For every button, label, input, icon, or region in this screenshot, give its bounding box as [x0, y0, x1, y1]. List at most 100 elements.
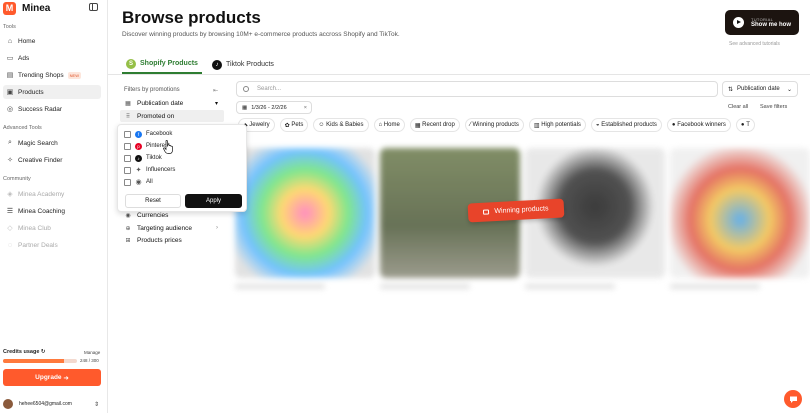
sidebar-item-creative-finder[interactable]: ✧ Creative Finder [3, 153, 101, 167]
brand[interactable]: M Minea [3, 1, 50, 15]
app-root: M Minea Tools ⌂ Home ▭ Ads ▤ Trending Sh… [0, 0, 810, 413]
minea-logo-icon: M [3, 1, 16, 15]
hand-cursor-icon [163, 140, 173, 154]
tab-shopify-products[interactable]: S Shopify Products [122, 55, 202, 74]
chip-kids-babies[interactable]: ☺ Kids & Babies [313, 118, 369, 132]
sidebar-item-products[interactable]: ▣ Products [3, 85, 101, 99]
product-image [235, 148, 375, 278]
page-subtitle: Discover winning products by browsing 10… [122, 31, 400, 38]
checkbox[interactable] [124, 154, 131, 162]
option-influencers[interactable]: ✦ Influencers [124, 165, 175, 175]
filter-promoted-on[interactable]: ⠿ Promoted on [120, 110, 224, 122]
chip-home[interactable]: ⌂ Home [373, 118, 405, 132]
sidebar-item-magic-search[interactable]: ⌕ Magic Search [3, 136, 101, 150]
sidebar-collapse-icon[interactable] [89, 3, 98, 11]
sidebar-item-ads[interactable]: ▭ Ads [3, 51, 101, 65]
chevron-down-icon: ⌄ [786, 86, 792, 93]
see-advanced-tutorials-link[interactable]: See advanced tutorials [729, 41, 780, 47]
collapse-filters-icon[interactable]: ⇤ [213, 87, 218, 94]
credits-bar-fill [3, 359, 65, 363]
product-card[interactable] [525, 148, 665, 303]
tutorial-card[interactable]: TUTORIAL Show me how [725, 10, 799, 35]
tabs: S Shopify Products ♪ Tiktok Products [122, 55, 284, 74]
radar-icon: ◎ [6, 106, 14, 113]
tutorial-label: Show me how [751, 22, 792, 28]
upgrade-button[interactable]: Upgrade ➜ [3, 369, 101, 386]
sidebar-item-home[interactable]: ⌂ Home [3, 34, 101, 48]
sort-select[interactable]: ⇅ Publication date ⌄ [722, 81, 798, 97]
refresh-icon[interactable]: ↻ [41, 349, 46, 355]
products-icon: ▣ [6, 89, 14, 96]
checkbox[interactable] [124, 130, 131, 138]
calendar-icon: ▦ [125, 100, 131, 107]
chart-icon: ▥ [533, 122, 542, 129]
section-advanced: Advanced Tools [3, 125, 42, 131]
category-chips: ◆ Jewelry ✿ Pets ☺ Kids & Babies ⌂ Home … [238, 118, 760, 132]
credits-manage-link[interactable]: Manage [84, 350, 100, 355]
page-title: Browse products [122, 8, 261, 27]
coaching-icon: ☰ [6, 208, 14, 215]
filter-targeting-audience[interactable]: ⊕ Targeting audience › [120, 222, 224, 234]
chevron-updown-icon: ⇕ [93, 401, 99, 408]
checkbox[interactable] [124, 166, 131, 174]
search-icon [243, 86, 249, 92]
checkbox[interactable] [124, 178, 131, 186]
product-card[interactable] [670, 148, 810, 303]
product-card[interactable] [380, 148, 520, 303]
promoted-on-dropdown: f Facebook p Pinterest ♪ Tiktok ✦ Influe… [117, 124, 247, 212]
option-all[interactable]: ◉ All [124, 177, 153, 187]
shop-icon: ▤ [6, 72, 14, 79]
filters-title: Filters by promotions [124, 87, 180, 93]
product-image [670, 148, 810, 278]
grid-icon: ⠿ [125, 113, 131, 120]
sidebar-item-trending-shops[interactable]: ▤ Trending Shops NEW [3, 68, 101, 82]
home-icon: ⌂ [7, 37, 13, 45]
close-icon[interactable]: × [304, 105, 307, 111]
reset-button[interactable]: Reset [125, 194, 181, 208]
sidebar: M Minea Tools ⌂ Home ▭ Ads ▤ Trending Sh… [0, 0, 108, 413]
lock-icon [483, 209, 490, 215]
sidebar-item-coaching[interactable]: ☰ Minea Coaching [3, 204, 101, 218]
option-tiktok[interactable]: ♪ Tiktok [124, 153, 162, 163]
ads-icon: ▭ [6, 55, 14, 62]
chip-winning-products[interactable]: ⁄ Winning products [464, 118, 524, 132]
chat-button[interactable] [784, 390, 802, 408]
calendar-icon: ▦ [242, 104, 248, 111]
chip-recent-drop[interactable]: ▦ Recent drop [409, 118, 460, 132]
sidebar-item-club[interactable]: ◇ Minea Club [3, 221, 101, 235]
baby-icon: ☺ [318, 122, 327, 128]
user-menu[interactable]: hehee6504@gmail.com ⇕ [3, 398, 101, 410]
brand-name: Minea [22, 2, 51, 14]
product-card[interactable] [235, 148, 375, 303]
sidebar-item-partner-deals[interactable]: ◌ Partner Deals [3, 238, 101, 252]
search-input[interactable]: Search... [236, 81, 718, 97]
date-range-chip[interactable]: ▦ 1/3/26 - 2/2/26 × [236, 101, 312, 114]
credits-count: 248 / 300 [80, 358, 99, 363]
pinterest-icon: p [135, 142, 142, 150]
clear-all-link[interactable]: Clear all [728, 104, 748, 110]
chip-established-products[interactable]: ◒ Established products [590, 118, 662, 132]
apply-button[interactable]: Apply [185, 194, 242, 208]
chip-facebook-winners[interactable]: ● Facebook winners [666, 118, 731, 132]
sidebar-item-academy[interactable]: ◈ Minea Academy [3, 187, 101, 201]
sidebar-item-success-radar[interactable]: ◎ Success Radar [3, 102, 101, 116]
chip-pets[interactable]: ✿ Pets [279, 118, 309, 132]
chevron-right-icon: › [216, 225, 218, 231]
tag-icon: ⊞ [125, 237, 131, 244]
checkbox[interactable] [124, 142, 131, 150]
filter-publication-date[interactable]: ▦ Publication date ▾ [120, 97, 224, 109]
deals-icon: ◌ [7, 241, 13, 249]
chip-tiktok[interactable]: ● T [735, 118, 755, 132]
currency-icon: ◉ [125, 212, 131, 219]
option-facebook[interactable]: f Facebook [124, 129, 172, 139]
filter-products-prices[interactable]: ⊞ Products prices [120, 234, 224, 246]
tab-tiktok-products[interactable]: ♪ Tiktok Products [208, 55, 278, 74]
new-badge: NEW [67, 71, 81, 79]
save-filters-link[interactable]: Save filters [760, 104, 787, 110]
tab-divider [108, 74, 810, 75]
academy-icon: ◈ [7, 191, 13, 198]
play-icon [733, 17, 744, 28]
paw-icon: ✿ [284, 122, 292, 129]
section-tools: Tools [3, 24, 16, 30]
chip-high-potentials[interactable]: ▥ High potentials [528, 118, 586, 132]
